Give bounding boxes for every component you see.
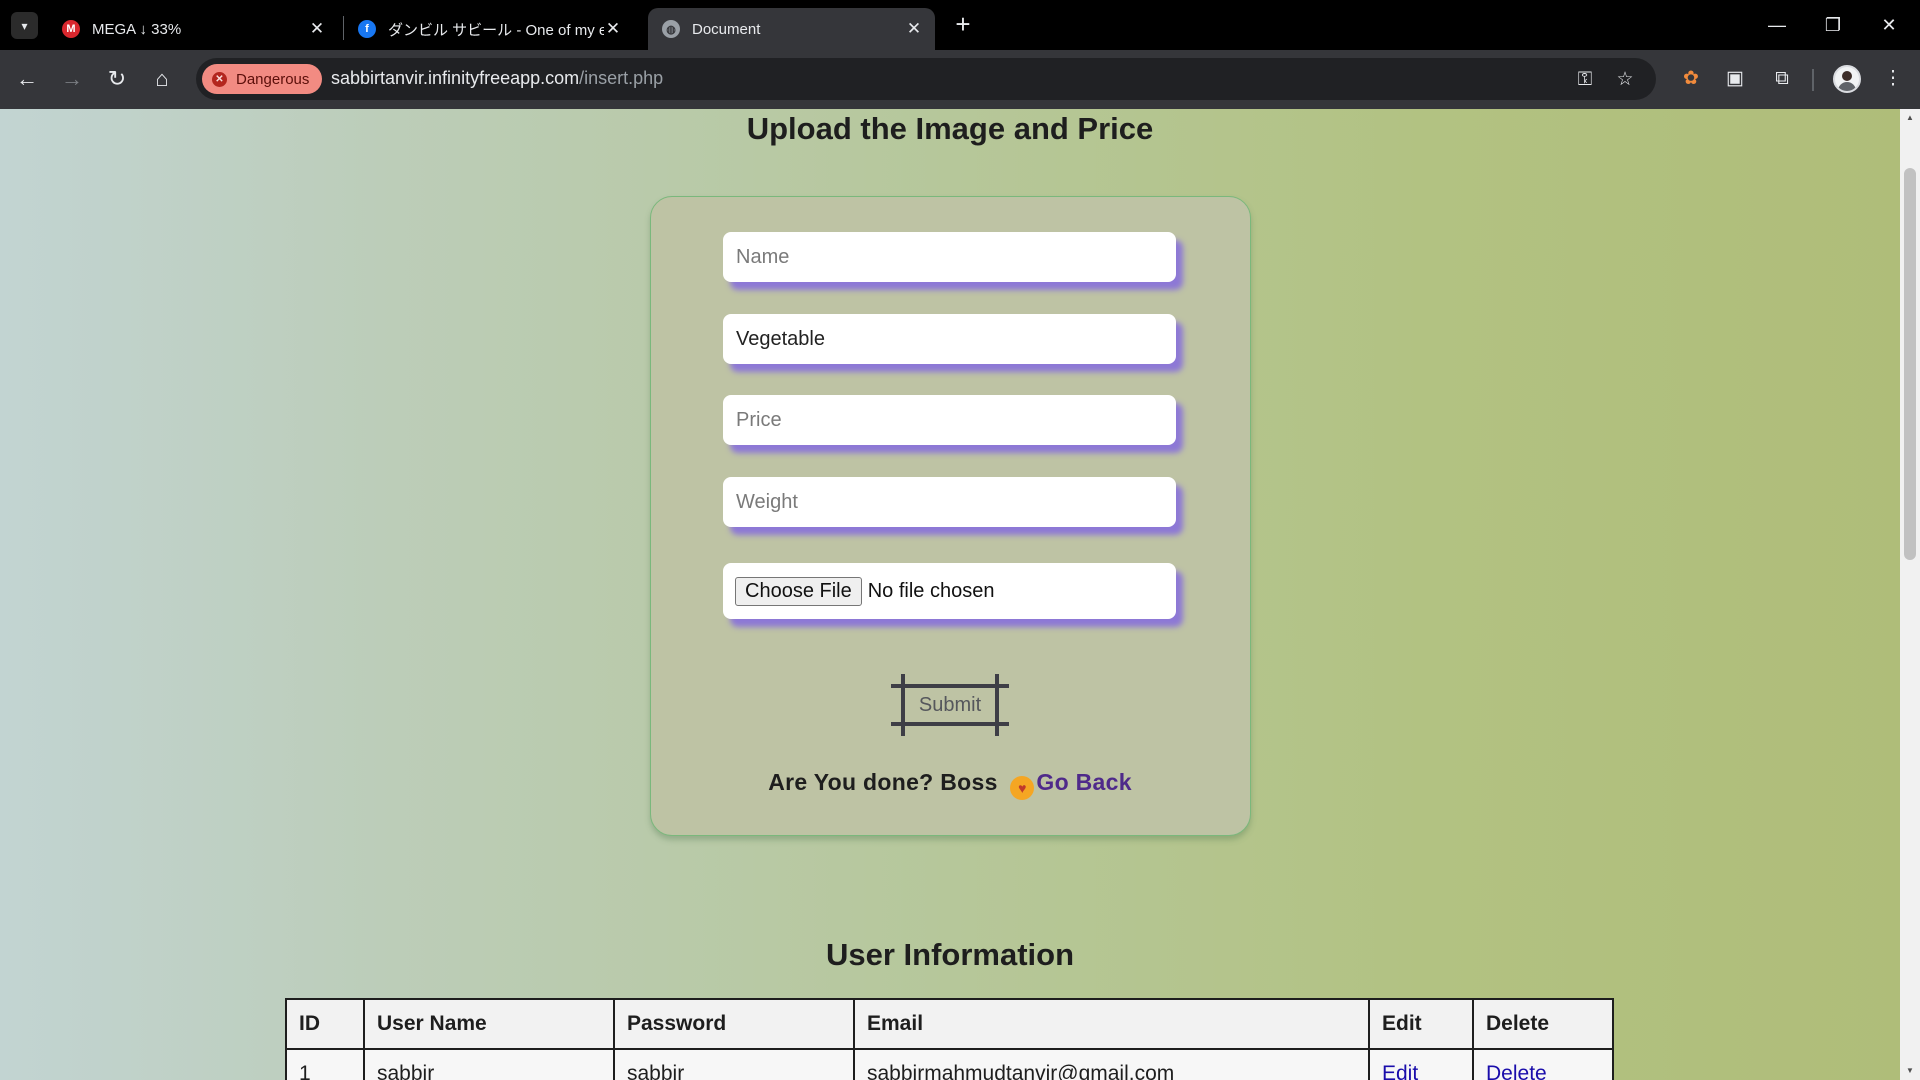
avatar-body bbox=[1838, 82, 1856, 91]
reload-icon: ↻ bbox=[107, 66, 127, 91]
tab-title: MEGA ↓ 33% bbox=[92, 20, 182, 38]
minimize-icon: — bbox=[1768, 15, 1786, 35]
plus-icon: + bbox=[955, 9, 971, 39]
close-icon[interactable]: ✕ bbox=[905, 19, 923, 39]
globe-icon: ◍ bbox=[662, 20, 680, 38]
star-icon[interactable]: ☆ bbox=[1612, 67, 1638, 93]
go-back-link[interactable]: Go Back bbox=[1036, 769, 1131, 795]
users-table: ID User Name Password Email Edit Delete … bbox=[285, 998, 1614, 1080]
profile-avatar[interactable] bbox=[1833, 65, 1861, 93]
price-input[interactable] bbox=[723, 395, 1176, 445]
page-title: Upload the Image and Price bbox=[746, 111, 1154, 146]
upload-form: Choose File No file chosen Submit Are Yo… bbox=[650, 196, 1251, 836]
table-row: 1 sabbir sabbir sabbirmahmudtanvir@gmail… bbox=[285, 1048, 1614, 1080]
cell-id: 1 bbox=[285, 1048, 365, 1080]
file-status-text: No file chosen bbox=[867, 579, 995, 602]
page-viewport: Upload the Image and Price Choose File N… bbox=[0, 109, 1900, 1080]
scroll-up-icon[interactable]: ▲ bbox=[1900, 111, 1920, 125]
done-message: Are You done? Boss ♥ Go Back bbox=[651, 769, 1249, 800]
heart-face-emoji-icon: ♥ bbox=[1010, 776, 1035, 800]
column-header-delete: Delete bbox=[1472, 998, 1614, 1050]
tab-strip: ▾ M MEGA ↓ 33% ✕ f ダンビル サビール - One of my… bbox=[0, 0, 1920, 50]
restore-icon: ❐ bbox=[1824, 15, 1842, 35]
minimize-button[interactable]: — bbox=[1757, 8, 1797, 42]
security-badge[interactable]: ✕ Dangerous bbox=[202, 64, 323, 94]
extension-grey-icon[interactable]: ▣ bbox=[1720, 64, 1750, 94]
page-scrollbar[interactable]: ▲ ▼ bbox=[1900, 109, 1920, 1080]
column-header-edit: Edit bbox=[1368, 998, 1474, 1050]
done-text: Are You done? Boss bbox=[768, 769, 998, 795]
arrow-left-icon: ← bbox=[16, 66, 38, 91]
close-icon: ✕ bbox=[1881, 15, 1897, 35]
delete-link[interactable]: Delete bbox=[1486, 1062, 1547, 1080]
back-button[interactable]: ← bbox=[12, 64, 42, 94]
toolbar-divider bbox=[1812, 69, 1814, 91]
close-icon[interactable]: ✕ bbox=[308, 19, 326, 39]
browser-toolbar: ← → ↻ ⌂ ✕ Dangerous sabbirtanvir.infinit… bbox=[0, 50, 1920, 109]
image-file-input[interactable]: Choose File No file chosen bbox=[723, 563, 1176, 619]
tab-document[interactable]: ◍ Document ✕ bbox=[648, 8, 935, 50]
warning-icon: ✕ bbox=[212, 71, 227, 87]
scroll-down-icon[interactable]: ▼ bbox=[1900, 1064, 1920, 1078]
submit-button-frame: Submit bbox=[891, 674, 1009, 736]
home-button[interactable]: ⌂ bbox=[147, 64, 177, 94]
forward-button[interactable]: → bbox=[57, 64, 87, 94]
cell-delete: Delete bbox=[1472, 1048, 1614, 1080]
mega-icon: M bbox=[62, 20, 80, 38]
choose-file-button[interactable]: Choose File bbox=[735, 576, 862, 606]
column-header-username: User Name bbox=[363, 998, 615, 1050]
tab-title: ダンビル サビール - One of my eCo bbox=[388, 21, 604, 39]
restore-button[interactable]: ❐ bbox=[1813, 8, 1853, 42]
close-window-button[interactable]: ✕ bbox=[1869, 8, 1909, 42]
chevron-down-icon: ▾ bbox=[21, 18, 28, 33]
table-header-row: ID User Name Password Email Edit Delete bbox=[285, 998, 1614, 1050]
new-tab-button[interactable]: + bbox=[949, 11, 977, 39]
edit-link[interactable]: Edit bbox=[1382, 1062, 1418, 1080]
extensions-puzzle-icon[interactable]: ⧉ bbox=[1767, 64, 1797, 94]
password-key-icon[interactable]: ⚿ bbox=[1572, 67, 1598, 93]
name-input[interactable] bbox=[723, 232, 1176, 282]
tab-title: Document bbox=[692, 20, 761, 38]
kebab-menu-icon[interactable]: ⋮ bbox=[1878, 64, 1908, 94]
security-badge-label: Dangerous bbox=[236, 70, 310, 88]
reload-button[interactable]: ↻ bbox=[102, 64, 132, 94]
cell-edit: Edit bbox=[1368, 1048, 1474, 1080]
url-host: sabbirtanvir.infinityfreeapp.com bbox=[331, 68, 580, 88]
cell-email: sabbirmahmudtanvir@gmail.com bbox=[853, 1048, 1370, 1080]
home-icon: ⌂ bbox=[155, 66, 169, 91]
extension-puzzle-color-icon[interactable]: ✿ bbox=[1676, 64, 1706, 94]
url-text[interactable]: sabbirtanvir.infinityfreeapp.com/insert.… bbox=[331, 68, 663, 89]
avatar-head bbox=[1842, 71, 1852, 81]
column-header-id: ID bbox=[285, 998, 365, 1050]
cell-password: sabbir bbox=[613, 1048, 855, 1080]
tab-search-button[interactable]: ▾ bbox=[11, 12, 38, 39]
facebook-icon: f bbox=[358, 20, 376, 38]
address-bar[interactable]: ✕ Dangerous sabbirtanvir.infinityfreeapp… bbox=[196, 58, 1656, 100]
cell-username: sabbir bbox=[363, 1048, 615, 1080]
category-input[interactable] bbox=[723, 314, 1176, 364]
submit-button[interactable]: Submit bbox=[901, 684, 999, 726]
scrollbar-thumb[interactable] bbox=[1904, 168, 1916, 560]
tab-mega[interactable]: M MEGA ↓ 33% ✕ bbox=[48, 8, 338, 50]
weight-input[interactable] bbox=[723, 477, 1176, 527]
user-info-title: User Information bbox=[825, 937, 1075, 972]
tab-facebook[interactable]: f ダンビル サビール - One of my eCo ✕ bbox=[344, 8, 634, 50]
arrow-right-icon: → bbox=[61, 66, 83, 91]
column-header-password: Password bbox=[613, 998, 855, 1050]
url-path: /insert.php bbox=[579, 68, 664, 88]
close-icon[interactable]: ✕ bbox=[604, 19, 622, 39]
column-header-email: Email bbox=[853, 998, 1370, 1050]
